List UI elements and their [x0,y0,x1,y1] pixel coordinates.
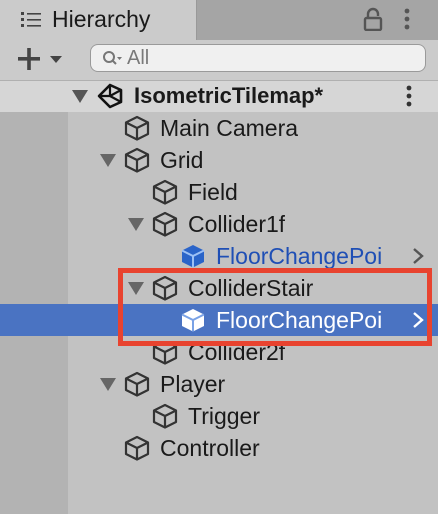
highlight-annotation [118,268,432,346]
tree-item-label: Controller [160,435,260,461]
tree-item-label: Grid [160,147,204,173]
chevron-right-icon[interactable] [410,246,426,266]
cube-icon [152,179,178,205]
expand-arrow-icon[interactable] [100,152,116,168]
expand-arrow-icon[interactable] [100,376,116,392]
tree-item-collider1f[interactable]: Collider1f [0,208,438,240]
tree-item-grid[interactable]: Grid [0,144,438,176]
tree-item-label: Trigger [188,403,260,429]
cube-icon [124,371,150,397]
tree-item-main-camera[interactable]: Main Camera [0,112,438,144]
tree-item-label: Collider1f [188,211,286,237]
search-box[interactable] [90,44,426,72]
add-button[interactable] [16,46,68,72]
tree-item-field[interactable]: Field [0,176,438,208]
more-options-icon[interactable] [402,84,416,108]
prefab-cube-icon [181,245,205,268]
tab-title: Hierarchy [52,6,151,32]
more-options-icon[interactable] [400,7,414,31]
cube-icon [152,211,178,237]
tree-item-trigger[interactable]: Trigger [0,400,438,432]
search-icon [103,51,122,65]
cube-icon [124,115,150,141]
lock-icon[interactable] [362,7,384,31]
tree-item-controller[interactable]: Controller [0,432,438,464]
tree-item-player[interactable]: Player [0,368,438,400]
tree-item-label: Field [188,179,238,205]
cube-icon [124,435,150,461]
cube-icon [152,403,178,429]
expand-arrow-icon[interactable] [128,216,144,232]
tree-item-label: Player [160,371,226,397]
unity-icon [97,83,123,109]
scene-name: IsometricTilemap* [134,83,324,108]
list-icon [21,12,41,27]
cube-icon [124,147,150,173]
search-input[interactable] [127,46,407,70]
expand-arrow-icon[interactable] [72,88,88,104]
tree-item-label: Main Camera [160,115,299,141]
